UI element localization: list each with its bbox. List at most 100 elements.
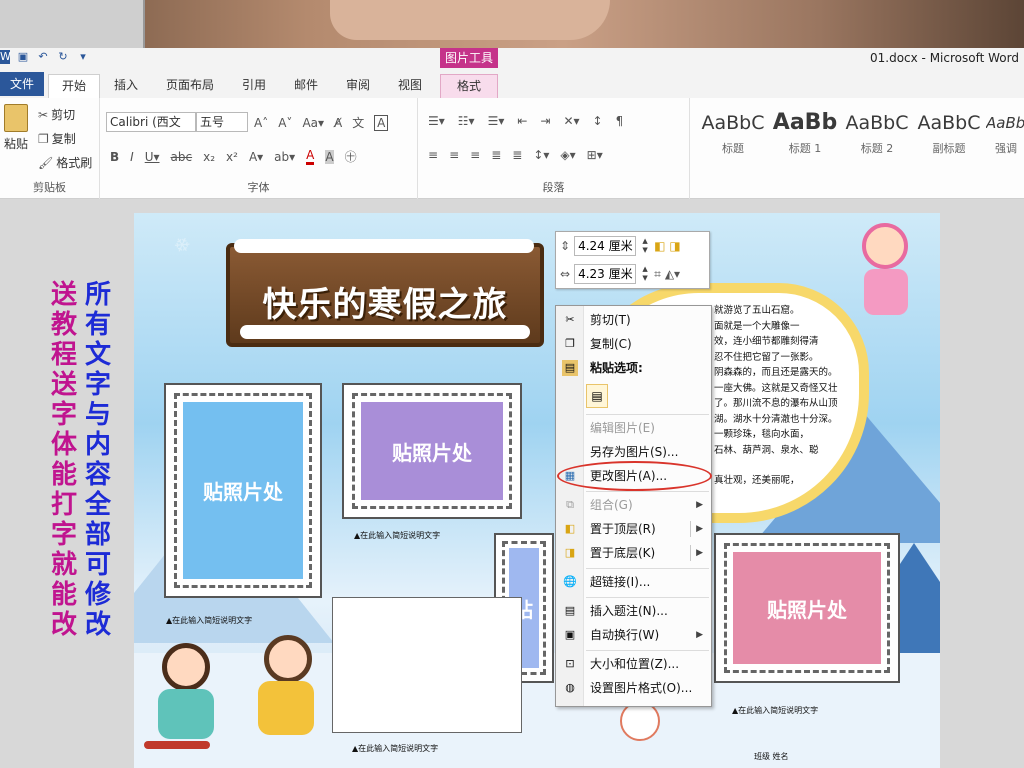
undo-icon[interactable]: ↶ (36, 50, 50, 64)
cloud-text-content[interactable]: 就游览了五山石窟。 面就是一个大雕像一 效，连小细节都雕刻得清 忍不住把它留了一… (714, 303, 854, 489)
grow-font-icon[interactable]: A˄ (254, 116, 268, 130)
tab-references[interactable]: 引用 (234, 74, 274, 98)
clear-format-icon[interactable]: A̸ (334, 116, 342, 130)
crop-icon[interactable]: ⌗ (654, 267, 661, 282)
italic-icon[interactable]: I (130, 150, 134, 164)
photo-caption[interactable]: ▲在此输入简短说明文字 (352, 743, 438, 754)
font-size-select[interactable]: 五号 (196, 112, 248, 132)
photo-caption[interactable]: ▲在此输入简短说明文字 (354, 530, 440, 541)
cloud-text-line: 一颗珍珠，毯向水面， (714, 429, 810, 440)
menu-item-format-picture[interactable]: ◍ 设置图片格式(O)... (556, 676, 711, 700)
menu-item-cut[interactable]: ✂ 剪切(T) (556, 308, 711, 332)
tab-page-layout[interactable]: 页面布局 (160, 74, 220, 98)
tab-review[interactable]: 审阅 (338, 74, 378, 98)
phonetic-icon[interactable]: 文 (352, 114, 364, 131)
photo-frame[interactable]: 贴照片处 (714, 533, 900, 683)
width-input[interactable]: 4.23 厘米 (574, 264, 637, 284)
tab-insert[interactable]: 插入 (106, 74, 146, 98)
tab-home[interactable]: 开始 (48, 74, 100, 98)
photo-caption[interactable]: ▲在此输入简短说明文字 (732, 705, 818, 716)
align-center-icon[interactable]: ≡ (449, 148, 459, 162)
bring-forward-icon[interactable]: ◧ (654, 239, 665, 253)
copy-button[interactable]: ❐ 复制 (38, 130, 76, 147)
enclose-char-icon[interactable]: ㊉ (345, 148, 357, 165)
multilevel-icon[interactable]: ☰▾ (488, 114, 505, 128)
tab-format[interactable]: 格式 (440, 74, 498, 98)
paste-keep-format-icon[interactable]: ▤ (586, 384, 608, 408)
height-input[interactable]: 4.24 厘米 (574, 236, 637, 256)
distributed-icon[interactable]: ≣ (512, 148, 522, 162)
decrease-indent-icon[interactable]: ⇤ (517, 114, 527, 128)
menu-item-bring-to-front[interactable]: ◧ 置于顶层(R) ▶ (556, 517, 711, 541)
menu-item-size-position[interactable]: ⊡ 大小和位置(Z)... (556, 652, 711, 676)
photo-frame[interactable]: 贴照片处 (164, 383, 322, 598)
format-painter-button[interactable]: 🖌 格式刷 (38, 154, 92, 171)
text-effects-icon[interactable]: A▾ (249, 150, 263, 164)
selected-picture[interactable] (332, 597, 522, 733)
submenu-arrow-icon[interactable]: ▶ (696, 541, 703, 565)
cut-button[interactable]: ✂ 剪切 (38, 106, 75, 123)
increase-indent-icon[interactable]: ⇥ (540, 114, 550, 128)
photo-caption[interactable]: ▲在此输入简短说明文字 (166, 615, 252, 626)
char-shading-icon[interactable]: A (325, 149, 334, 164)
menu-item-send-to-back[interactable]: ◨ 置于底层(K) ▶ (556, 541, 711, 565)
superscript-icon[interactable]: x² (226, 150, 238, 164)
width-spinner[interactable]: ▲ ▼ (640, 265, 650, 283)
style-heading1[interactable]: AaBb 标题 1 (770, 106, 840, 166)
style-emphasis[interactable]: AaBbC 强调 (986, 106, 1024, 166)
chinese-layout-icon[interactable]: ✕▾ (563, 114, 579, 128)
sort-icon[interactable]: ↕ (593, 114, 603, 128)
borders-icon[interactable]: ⊞▾ (587, 148, 603, 162)
underline-icon[interactable]: U▾ (145, 150, 160, 164)
strikethrough-icon[interactable]: abc (171, 150, 193, 164)
height-spinner[interactable]: ▲ ▼ (640, 237, 650, 255)
sign-snow (240, 325, 530, 339)
photo-frame[interactable]: 贴照片处 (342, 383, 522, 519)
menu-item-hyperlink[interactable]: 🌐 超链接(I)... (556, 570, 711, 594)
text-wrap-icon[interactable]: ◭▾ (665, 267, 680, 281)
style-heading2[interactable]: AaBbC 标题 2 (842, 106, 912, 166)
document-page[interactable]: ❄ 快乐的寒假之旅 贴照片处 ▲在此输入简短说明文字 贴照片处 ▲在此输入简短说… (134, 213, 940, 768)
show-marks-icon[interactable]: ¶ (616, 114, 624, 128)
class-name-label[interactable]: 班级 姓名 (754, 751, 789, 762)
menu-item-label: 设置图片格式(O)... (590, 681, 693, 695)
numbering-icon[interactable]: ☷▾ (458, 114, 475, 128)
line-spacing-icon[interactable]: ↕▾ (533, 148, 549, 162)
group-icon: ⧉ (566, 498, 574, 511)
shrink-font-icon[interactable]: A˅ (278, 116, 292, 130)
char-border-icon[interactable]: A (374, 114, 389, 131)
photo-placeholder[interactable]: 贴照片处 (361, 402, 503, 500)
style-title[interactable]: AaBbC 标题 (698, 106, 768, 166)
customize-qat-icon[interactable]: ▾ (76, 50, 90, 64)
align-left-icon[interactable]: ≡ (428, 148, 438, 162)
poster-title[interactable]: 快乐的寒假之旅 (230, 277, 540, 326)
tab-view[interactable]: 视图 (390, 74, 430, 98)
send-back-icon: ◨ (564, 546, 576, 559)
photo-placeholder[interactable]: 贴照片处 (183, 402, 303, 579)
change-case-icon[interactable]: Aa▾ (302, 116, 324, 130)
bullets-icon[interactable]: ☰▾ (428, 114, 445, 128)
menu-item-insert-caption[interactable]: ▤ 插入题注(N)... (556, 599, 711, 623)
submenu-arrow-icon[interactable]: ▶ (696, 517, 703, 541)
font-color-icon[interactable]: A (306, 148, 315, 165)
word-icon[interactable]: W (0, 50, 11, 64)
menu-separator (586, 650, 709, 651)
bold-icon[interactable]: B (110, 150, 119, 164)
tab-mailings[interactable]: 邮件 (286, 74, 326, 98)
save-icon[interactable]: ▣ (16, 50, 30, 64)
paste-button[interactable]: 粘贴 (2, 104, 30, 152)
redo-icon[interactable]: ↻ (56, 50, 70, 64)
menu-item-copy[interactable]: ❐ 复制(C) (556, 332, 711, 356)
tab-file[interactable]: 文件 (0, 72, 44, 96)
send-backward-icon[interactable]: ◨ (669, 239, 680, 253)
photo-placeholder[interactable]: 贴照片处 (733, 552, 881, 664)
style-subtitle[interactable]: AaBbC 副标题 (914, 106, 984, 166)
justify-icon[interactable]: ≣ (491, 148, 501, 162)
subscript-icon[interactable]: x₂ (203, 150, 215, 164)
menu-item-text-wrapping[interactable]: ▣ 自动换行(W) ▶ (556, 623, 711, 647)
highlight-icon[interactable]: ab▾ (274, 150, 295, 164)
font-name-select[interactable]: Calibri (西文 (106, 112, 196, 132)
menu-item-label: 组合(G) (590, 498, 633, 512)
shading-icon[interactable]: ◈▾ (560, 148, 575, 162)
align-right-icon[interactable]: ≡ (470, 148, 480, 162)
